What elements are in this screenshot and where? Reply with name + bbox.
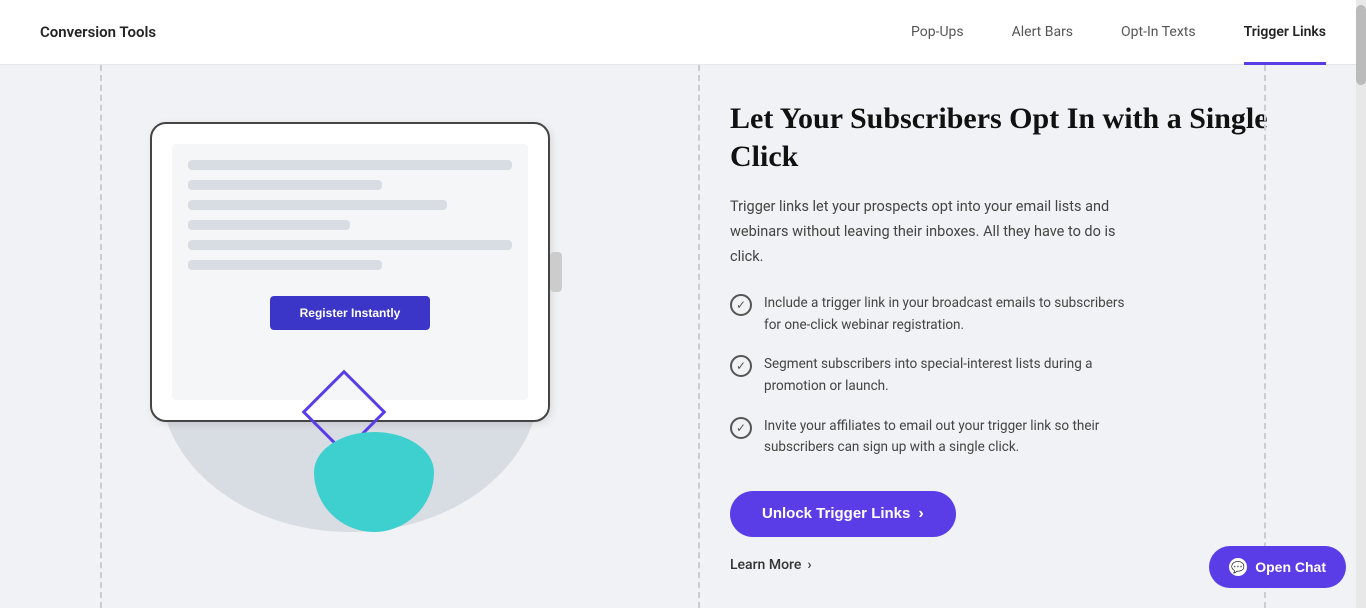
cta-arrow-icon: › — [918, 505, 923, 523]
feature-text-3: Invite your affiliates to email out your… — [764, 416, 1134, 459]
tablet-line-2 — [188, 180, 382, 190]
tab-popups[interactable]: Pop-Ups — [911, 0, 964, 65]
feature-item-3: Invite your affiliates to email out your… — [730, 416, 1316, 459]
scrollbar[interactable] — [1356, 0, 1366, 608]
learn-more-label: Learn More — [730, 557, 801, 573]
tablet-line-3 — [188, 200, 447, 210]
tablet-side-button — [550, 252, 562, 292]
feature-item-2: Segment subscribers into special-interes… — [730, 354, 1316, 397]
check-icon-1 — [730, 294, 752, 316]
learn-more-arrow-icon: › — [807, 557, 811, 573]
open-chat-label: Open Chat — [1255, 559, 1326, 575]
tablet-register-button[interactable]: Register Instantly — [270, 296, 430, 330]
tablet-line-1 — [188, 160, 512, 170]
feature-text-2: Segment subscribers into special-interes… — [764, 354, 1134, 397]
check-icon-3 — [730, 417, 752, 439]
features-list: Include a trigger link in your broadcast… — [730, 293, 1316, 459]
brand-label: Conversion Tools — [40, 23, 156, 41]
open-chat-button[interactable]: Open Chat — [1209, 546, 1346, 588]
illustration-panel: Register Instantly — [0, 65, 700, 608]
tab-optintexts[interactable]: Opt-In Texts — [1121, 0, 1196, 65]
page-title: Let Your Subscribers Opt In with a Singl… — [730, 100, 1316, 175]
illustration-wrapper: Register Instantly — [100, 112, 600, 562]
check-icon-2 — [730, 355, 752, 377]
right-content-panel: Let Your Subscribers Opt In with a Singl… — [700, 65, 1366, 608]
content-description: Trigger links let your prospects opt int… — [730, 195, 1150, 269]
tablet-line-4 — [188, 220, 350, 230]
scrollbar-thumb[interactable] — [1356, 5, 1366, 85]
tab-triggerlinks[interactable]: Trigger Links — [1244, 0, 1326, 65]
main-content: Register Instantly Let Your Subscribers … — [0, 65, 1366, 608]
tablet-inner: Register Instantly — [172, 144, 528, 400]
feature-text-1: Include a trigger link in your broadcast… — [764, 293, 1134, 336]
dashed-border-right-panel — [1264, 65, 1266, 608]
tablet-line-5 — [188, 240, 512, 250]
unlock-trigger-links-button[interactable]: Unlock Trigger Links › — [730, 491, 956, 537]
tab-alertbars[interactable]: Alert Bars — [1012, 0, 1073, 65]
tablet-line-6 — [188, 260, 382, 270]
chat-icon — [1229, 558, 1247, 576]
header: Conversion Tools Pop-Ups Alert Bars Opt-… — [0, 0, 1366, 65]
nav-tabs: Pop-Ups Alert Bars Opt-In Texts Trigger … — [911, 0, 1326, 64]
feature-item-1: Include a trigger link in your broadcast… — [730, 293, 1316, 336]
cta-button-label: Unlock Trigger Links — [762, 505, 910, 522]
